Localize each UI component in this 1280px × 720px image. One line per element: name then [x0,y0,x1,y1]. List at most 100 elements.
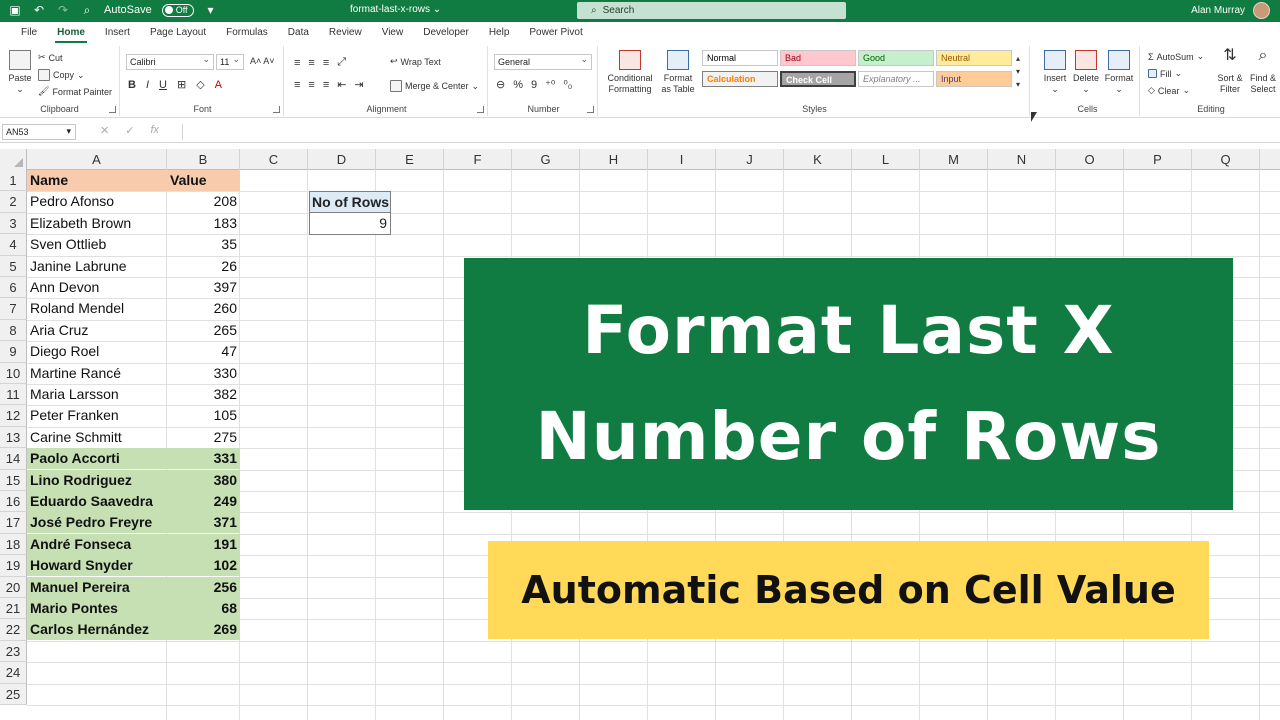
column-header-o[interactable]: O [1056,149,1124,170]
copy-button[interactable]: Copy ⌄ [38,69,85,81]
align-middle-icon[interactable]: ≡ [308,57,314,69]
font-launcher-icon[interactable] [273,106,280,113]
autosave-toggle[interactable]: Off [161,3,194,17]
document-title[interactable]: format-last-x-rows ⌄ [350,4,441,15]
scroll-down-icon[interactable]: ▾ [1016,67,1020,76]
name-cell[interactable]: Carlos Hernández [27,619,167,641]
column-header-p[interactable]: P [1124,149,1192,170]
tab-file[interactable]: File [11,22,47,44]
name-cell[interactable]: André Fonseca [27,533,167,555]
name-cell[interactable]: Mario Pontes [27,598,167,619]
name-cell[interactable]: Janine Labrune [27,256,167,277]
value-cell[interactable]: 382 [167,384,240,405]
number-launcher-icon[interactable] [587,106,594,113]
value-cell[interactable]: 269 [167,619,240,641]
sort-filter-button[interactable]: ⇅ Sort & Filter [1214,48,1246,95]
percent-icon[interactable]: % [513,79,523,91]
name-cell[interactable]: Howard Snyder [27,555,167,577]
column-header-e[interactable]: E [376,149,444,170]
row-header-17[interactable]: 17 [0,512,27,534]
name-cell[interactable]: Diego Roel [27,341,167,362]
cell-style-normal[interactable]: Normal [702,50,778,66]
name-cell[interactable]: Martine Rancé [27,363,167,384]
row-header-16[interactable]: 16 [0,491,27,513]
cell-style-check-cell[interactable]: Check Cell [780,71,856,87]
header-value-cell[interactable]: Value [167,170,240,191]
italic-icon[interactable]: I [146,79,149,91]
user-account[interactable]: Alan Murray [1191,2,1270,19]
insert-cells-button[interactable]: Insert ⌄ [1040,50,1070,95]
cut-button[interactable]: ✂ Cut [38,52,63,63]
merge-center-button[interactable]: Merge & Center ⌄ [390,80,479,92]
row-header-8[interactable]: 8 [0,319,27,342]
row-header-4[interactable]: 4 [0,234,27,256]
indent-icon[interactable]: ⇤ [337,78,346,91]
format-as-table-button[interactable]: Format as Table [658,50,698,95]
row-header-15[interactable]: 15 [0,469,27,491]
align-bottom-icon[interactable]: ≡ [323,57,329,69]
font-size-select[interactable]: 11 [216,54,244,70]
autosum-button[interactable]: Σ AutoSum ⌄ [1148,51,1204,62]
name-cell[interactable]: Lino Rodriguez [27,469,167,491]
format-painter-button[interactable]: 🖌 Format Painter [38,86,112,97]
font-name-select[interactable]: Calibri [126,54,214,70]
decrease-decimal-icon[interactable]: ⁰₀ [563,78,572,91]
clipboard-launcher-icon[interactable] [109,106,116,113]
comma-icon[interactable]: 9 [531,79,537,91]
bold-icon[interactable]: B [128,79,136,91]
underline-icon[interactable]: U [159,79,167,91]
name-cell[interactable]: Eduardo Saavedra [27,491,167,512]
column-header-d[interactable]: D [308,149,376,170]
row-header-2[interactable]: 2 [0,191,27,213]
find-select-button[interactable]: ⌕ Find & Select [1246,48,1280,95]
no-of-rows-label-cell[interactable]: No of Rows [309,191,391,213]
tab-home[interactable]: Home [47,22,95,44]
insert-function-icon[interactable]: fx [150,124,159,137]
row-header-21[interactable]: 21 [0,598,27,620]
no-of-rows-value-cell[interactable]: 9 [309,213,391,235]
value-cell[interactable]: 256 [167,576,240,598]
value-cell[interactable]: 68 [167,598,240,619]
customize-qat-icon[interactable]: ▾ [204,3,218,17]
more-styles-icon[interactable]: ▾ [1016,80,1020,89]
value-cell[interactable]: 260 [167,298,240,319]
value-cell[interactable]: 397 [167,277,240,298]
name-cell[interactable]: Aria Cruz [27,320,167,341]
row-header-18[interactable]: 18 [0,533,27,556]
value-cell[interactable]: 371 [167,512,240,534]
row-header-23[interactable]: 23 [0,640,27,663]
save-icon[interactable]: ▣ [8,3,22,17]
name-box[interactable]: AN53 ▾ [2,124,76,140]
zoom-search-icon[interactable]: ⌕ [80,3,94,17]
row-header-6[interactable]: 6 [0,277,27,299]
format-cells-button[interactable]: Format ⌄ [1102,50,1136,95]
formula-input[interactable] [182,124,1280,140]
value-cell[interactable]: 275 [167,427,240,448]
cell-style-calculation[interactable]: Calculation [702,71,778,87]
value-cell[interactable]: 191 [167,533,240,555]
select-all-corner[interactable] [0,149,27,170]
align-left-icon[interactable]: ≡ [294,79,300,91]
column-header-c[interactable]: C [240,149,308,170]
column-header-q[interactable]: Q [1192,149,1260,170]
scroll-up-icon[interactable]: ▴ [1016,54,1020,63]
value-cell[interactable]: 208 [167,191,240,212]
column-header-l[interactable]: L [852,149,920,170]
row-header-9[interactable]: 9 [0,341,27,363]
align-top-icon[interactable]: ≡ [294,57,300,69]
align-right-icon[interactable]: ≡ [323,79,329,91]
number-format-select[interactable]: General [494,54,592,70]
value-cell[interactable]: 183 [167,213,240,234]
conditional-formatting-button[interactable]: Conditional Formatting [602,50,658,95]
name-cell[interactable]: Peter Franken [27,405,167,426]
value-cell[interactable]: 105 [167,405,240,426]
row-header-7[interactable]: 7 [0,298,27,320]
cell-style-bad[interactable]: Bad [780,50,856,66]
undo-icon[interactable]: ↶ [32,3,46,17]
name-cell[interactable]: Roland Mendel [27,298,167,319]
tab-formulas[interactable]: Formulas [216,22,278,44]
column-header-k[interactable]: K [784,149,852,170]
tab-power-pivot[interactable]: Power Pivot [519,22,592,44]
orientation-icon[interactable]: ⤢ [337,56,346,69]
redo-icon[interactable]: ↷ [56,3,70,17]
